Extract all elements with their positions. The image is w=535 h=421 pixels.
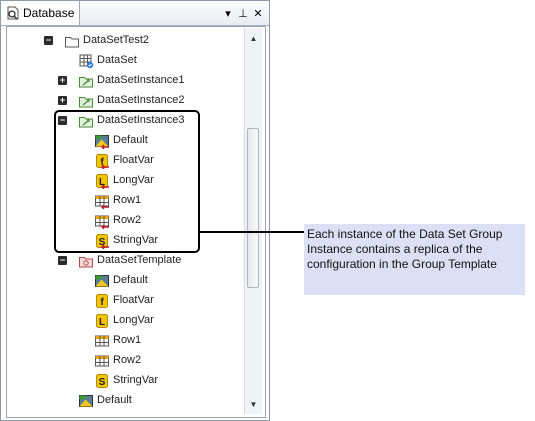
expand-icon[interactable]: +	[58, 76, 67, 85]
tab-label: Database	[23, 6, 75, 20]
float-var-icon: f	[94, 293, 110, 309]
tree-node-label: StringVar	[113, 374, 159, 386]
tree-node-label: DataSet	[97, 54, 137, 66]
collapse-icon[interactable]: −	[44, 36, 53, 45]
default-icon	[78, 393, 94, 409]
callout-note: Each instance of the Data Set Group Inst…	[304, 224, 525, 295]
close-icon[interactable]: ✕	[251, 5, 265, 21]
tree-node[interactable]: Default	[1, 272, 241, 290]
tree-node-label: DataSetTest2	[83, 34, 150, 46]
folder-icon	[64, 33, 80, 49]
tree-node-label: Row1	[113, 334, 142, 346]
svg-text:L: L	[99, 317, 105, 328]
tree-node-label: DataSetInstance1	[97, 74, 185, 86]
tree-node-label: DataSetInstance2	[97, 94, 185, 106]
svg-text:S: S	[99, 377, 106, 388]
expand-icon[interactable]: +	[58, 96, 67, 105]
scroll-up-icon[interactable]: ▲	[245, 30, 262, 46]
tree-node[interactable]: DataSet	[1, 52, 241, 70]
callout-leader-line	[200, 231, 304, 233]
dropdown-icon[interactable]: ▾	[221, 5, 235, 21]
tree-node-label: Default	[113, 274, 148, 286]
row-icon	[94, 353, 110, 369]
collapse-icon[interactable]: −	[58, 256, 67, 265]
highlight-frame	[54, 110, 200, 253]
tree-node[interactable]: Row1	[1, 332, 241, 350]
pin-icon[interactable]: ⊥	[236, 5, 250, 21]
tree-node-label: FloatVar	[113, 294, 154, 306]
default-icon	[94, 273, 110, 289]
string-var-icon: S	[94, 373, 110, 389]
instance-icon	[78, 73, 94, 89]
tree-node[interactable]: − DataSetTest2	[1, 32, 241, 50]
database-tab-icon	[7, 6, 19, 20]
tree-node-label: DataSetTemplate	[97, 254, 182, 266]
tree-node-label: Default	[97, 394, 132, 406]
tree-node-label: Row2	[113, 354, 142, 366]
vertical-scrollbar[interactable]: ▲ ▼	[244, 28, 262, 414]
tree-node[interactable]: Row2	[1, 352, 241, 370]
panel-header: Database ▾ ⊥ ✕	[1, 1, 269, 26]
template-icon	[78, 253, 94, 269]
scroll-thumb[interactable]	[247, 128, 259, 288]
instance-icon	[78, 93, 94, 109]
scroll-down-icon[interactable]: ▼	[245, 396, 262, 412]
tree-node[interactable]: Default	[1, 392, 241, 410]
long-var-icon: L	[94, 313, 110, 329]
tree-node[interactable]: + DataSetInstance2	[1, 92, 241, 110]
tree-node[interactable]: S StringVar	[1, 372, 241, 390]
database-tab[interactable]: Database	[1, 1, 80, 25]
tree-node[interactable]: f FloatVar	[1, 292, 241, 310]
tree-node[interactable]: L LongVar	[1, 312, 241, 330]
tree-node[interactable]: + DataSetInstance1	[1, 72, 241, 90]
tree-node[interactable]: − DataSetTemplate	[1, 252, 241, 270]
dataset-icon	[78, 53, 94, 69]
row-icon	[94, 333, 110, 349]
tree-node-label: LongVar	[113, 314, 154, 326]
